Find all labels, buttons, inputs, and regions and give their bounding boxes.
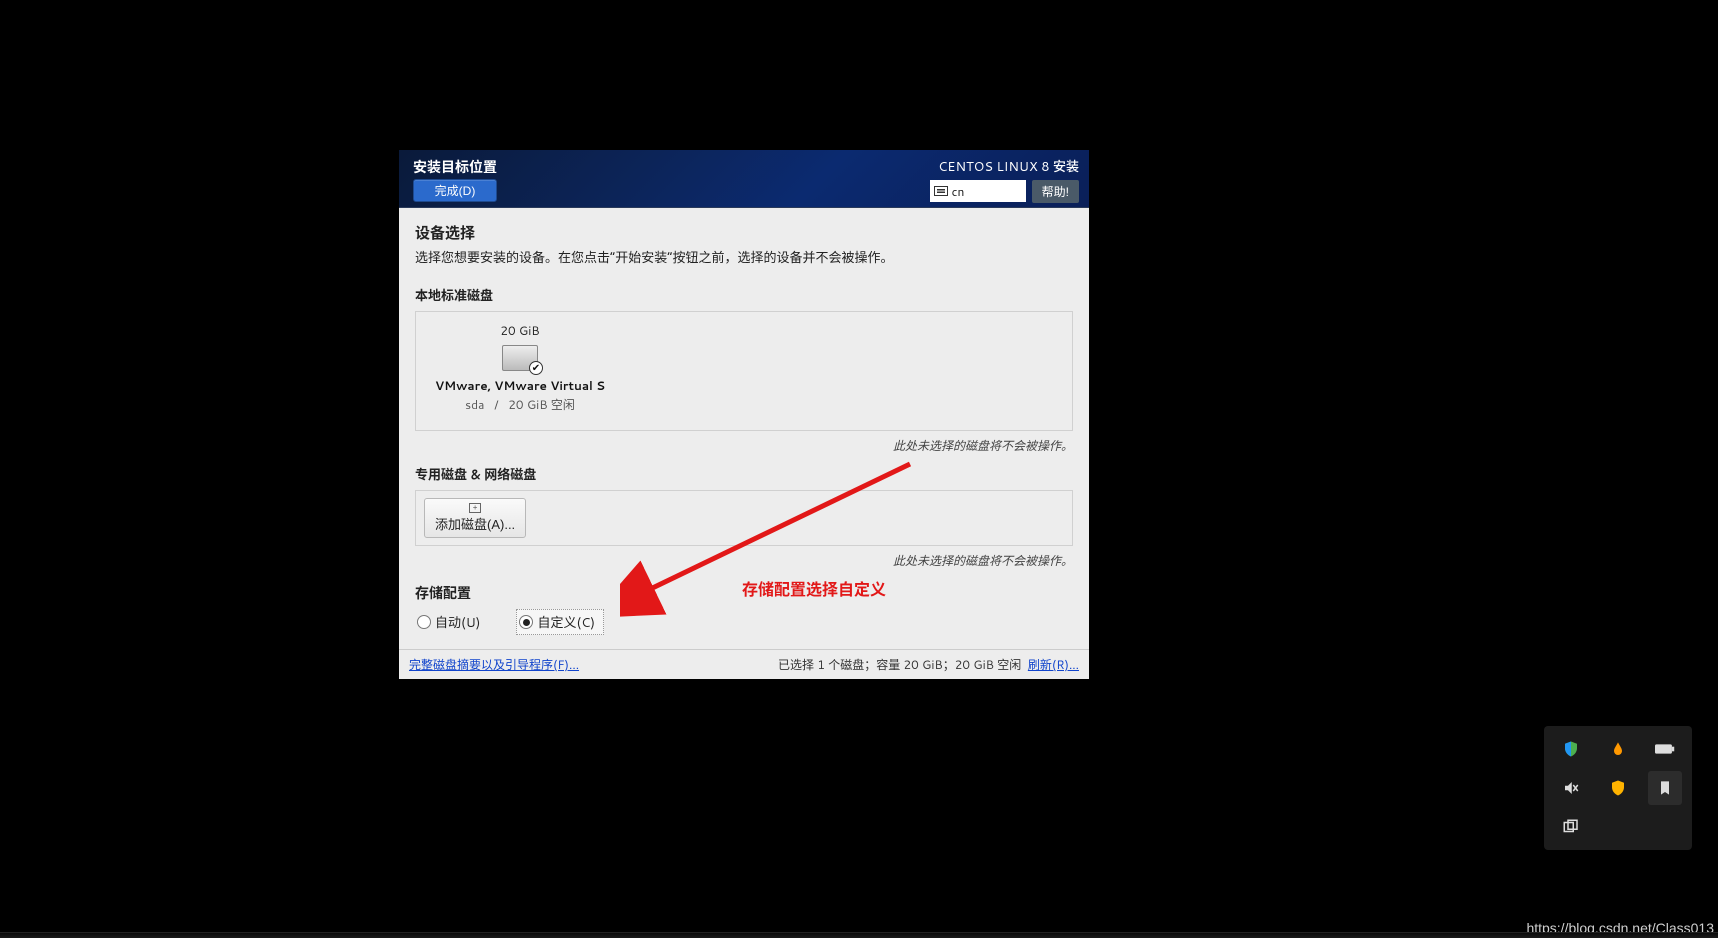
droplet-icon[interactable] (1608, 739, 1628, 759)
taskbar[interactable] (0, 932, 1718, 938)
keyboard-layout-field[interactable]: cn (930, 180, 1026, 202)
mute-icon[interactable] (1561, 778, 1581, 798)
disk-name: VMware, VMware Virtual S (435, 377, 605, 394)
radio-custom-label: 自定义(C) (537, 612, 595, 632)
add-disk-icon (469, 503, 481, 513)
harddrive-icon: ✔ (502, 345, 538, 371)
annotation-text: 存储配置选择自定义 (742, 576, 886, 600)
footer-summary: 已选择 1 个磁盘；容量 20 GiB；20 GiB 空闲 刷新(R)... (778, 656, 1079, 673)
local-disks-panel: 20 GiB ✔ VMware, VMware Virtual S sda / … (415, 311, 1073, 431)
help-button[interactable]: 帮助! (1032, 180, 1079, 203)
bookmark-icon[interactable] (1648, 771, 1682, 805)
footer-summary-text: 已选择 1 个磁盘；容量 20 GiB；20 GiB 空闲 (778, 656, 1021, 673)
keyboard-icon (934, 186, 948, 196)
local-disks-note: 此处未选择的磁盘将不会被操作。 (415, 437, 1073, 454)
disk-dev: sda (465, 396, 484, 413)
page-title: 安装目标位置 (413, 157, 497, 177)
shield-icon[interactable] (1561, 739, 1581, 759)
add-disk-label: 添加磁盘(A)... (435, 514, 515, 533)
device-selection-desc: 选择您想要安装的设备。在您点击“开始安装”按钮之前，选择的设备并不会被操作。 (415, 247, 1073, 267)
radio-auto[interactable]: 自动(U) (415, 610, 488, 634)
system-tray-popup (1544, 726, 1692, 850)
device-selection-title: 设备选择 (415, 222, 1073, 243)
tray-empty-1 (1608, 817, 1628, 837)
radio-custom[interactable]: 自定义(C) (516, 609, 604, 635)
radio-custom-indicator (519, 615, 533, 629)
special-disks-title: 专用磁盘 & 网络磁盘 (415, 464, 1073, 484)
installer-footer: 完整磁盘摘要以及引导程序(F)... 已选择 1 个磁盘；容量 20 GiB；2… (399, 649, 1089, 679)
storage-config-radios: 自动(U) 自定义(C) (415, 609, 1073, 635)
installer-header: 安装目标位置 完成(D) CENTOS LINUX 8 安装 cn 帮助! (399, 150, 1089, 208)
multitask-icon[interactable] (1561, 817, 1581, 837)
disk-selected-check-icon: ✔ (529, 361, 543, 375)
radio-auto-label: 自动(U) (435, 612, 480, 632)
tray-empty-2 (1655, 817, 1675, 837)
radio-auto-indicator (417, 615, 431, 629)
disk-subinfo: sda / 20 GiB 空闲 (465, 396, 575, 413)
local-disks-title: 本地标准磁盘 (415, 285, 1073, 305)
special-disks-panel: 添加磁盘(A)... (415, 490, 1073, 546)
refresh-link[interactable]: 刷新(R)... (1028, 656, 1079, 673)
add-disk-button[interactable]: 添加磁盘(A)... (424, 498, 526, 538)
done-button[interactable]: 完成(D) (413, 179, 497, 202)
installer-brand: CENTOS LINUX 8 安装 (938, 156, 1079, 176)
disk-item-sda[interactable]: 20 GiB ✔ VMware, VMware Virtual S sda / … (430, 322, 610, 413)
special-disks-note: 此处未选择的磁盘将不会被操作。 (415, 552, 1073, 569)
disk-size: 20 GiB (500, 322, 539, 339)
battery-icon[interactable] (1655, 739, 1675, 759)
full-disk-summary-link[interactable]: 完整磁盘摘要以及引导程序(F)... (409, 656, 579, 673)
disk-free: 20 GiB 空闲 (508, 396, 575, 413)
defender-icon[interactable] (1608, 778, 1628, 798)
keyboard-layout-code: cn (952, 183, 965, 200)
